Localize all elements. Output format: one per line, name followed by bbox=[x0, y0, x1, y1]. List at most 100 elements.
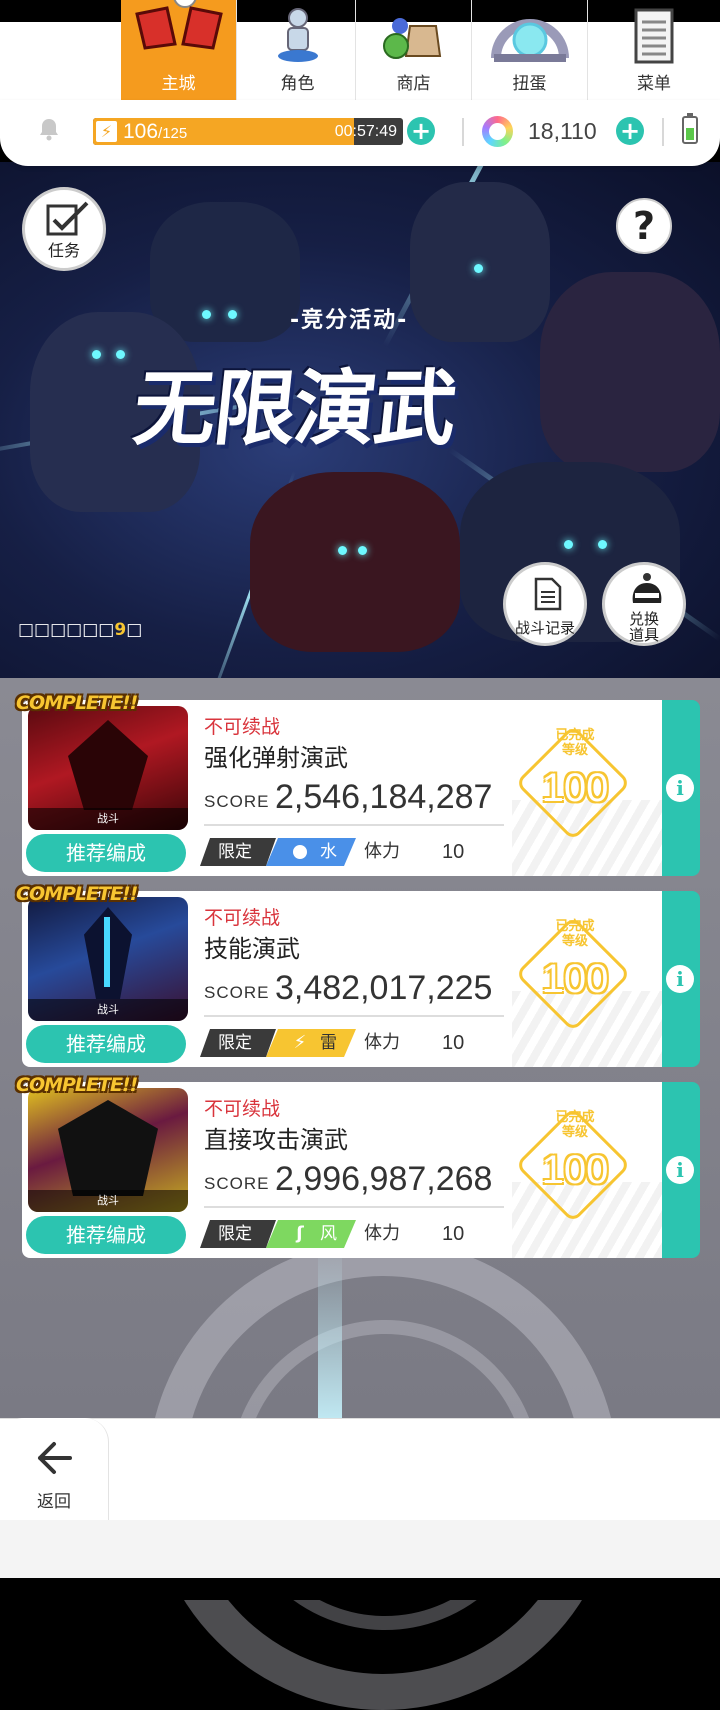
badge-label: 已完成 等级 bbox=[555, 728, 595, 758]
boss-glow bbox=[104, 917, 110, 987]
stamina-cost-value: 10 bbox=[442, 1223, 465, 1245]
monster-silhouette bbox=[540, 272, 720, 472]
lightning-icon: ⚡ bbox=[96, 121, 117, 142]
nav-menu-label: 菜单 bbox=[637, 74, 671, 94]
thunder-icon: ⚡ bbox=[293, 1032, 307, 1053]
event-stage-card[interactable]: 战斗 推荐编成 不可续战 技能演武 SCORE 3,482,017,225 限定… bbox=[16, 883, 700, 1067]
element-tag bbox=[266, 838, 356, 866]
monster-eye bbox=[228, 310, 237, 319]
stamina-cost-label: 体力 bbox=[364, 1223, 400, 1244]
score-label: SCORE bbox=[204, 983, 270, 1002]
card-body: 战斗 推荐编成 不可续战 直接攻击演武 SCORE 2,996,987,268 … bbox=[22, 1082, 662, 1258]
stage-status: 不可续战 bbox=[204, 907, 281, 929]
stage-title: 直接攻击演武 bbox=[204, 1126, 348, 1154]
add-stamina-button[interactable]: + bbox=[407, 117, 435, 145]
recommended-team-button[interactable]: 推荐编成 bbox=[26, 1216, 186, 1254]
exchange-label-1: 兑换 bbox=[628, 610, 659, 628]
nav-tab-shop[interactable]: 商店 bbox=[356, 0, 472, 102]
thumb-label: 战斗 bbox=[28, 1190, 188, 1212]
monster-eye bbox=[202, 310, 211, 319]
score-value: 2,996,987,268 bbox=[275, 1160, 493, 1198]
element-label: 风 bbox=[320, 1224, 337, 1244]
monster-silhouette bbox=[150, 202, 300, 342]
info-icon[interactable]: i bbox=[666, 965, 694, 993]
arrow-left-icon bbox=[38, 1442, 72, 1474]
recommended-team-button[interactable]: 推荐编成 bbox=[26, 1025, 186, 1063]
stage-status: 不可续战 bbox=[204, 1098, 281, 1120]
nav-home-label: 主城 bbox=[161, 74, 196, 94]
nav-tab-home[interactable]: 主城 bbox=[121, 0, 237, 102]
monster-eye bbox=[116, 350, 125, 359]
card-info-side[interactable]: i bbox=[662, 891, 700, 1067]
score-label: SCORE bbox=[204, 792, 270, 811]
question-icon: ? bbox=[632, 204, 656, 248]
monster-silhouette bbox=[410, 182, 550, 342]
element-restriction: 限定 水 bbox=[200, 838, 354, 866]
recommended-team-button[interactable]: 推荐编成 bbox=[26, 834, 186, 872]
battle-log-button[interactable]: 战斗记录 bbox=[503, 562, 587, 646]
event-tag: -竞分活动- bbox=[290, 308, 409, 333]
info-icon[interactable]: i bbox=[666, 1156, 694, 1184]
gem-icon bbox=[482, 116, 513, 147]
info-icon[interactable]: i bbox=[666, 774, 694, 802]
limit-label: 限定 bbox=[218, 1033, 252, 1053]
score-underline bbox=[204, 1206, 504, 1208]
score-value: 2,546,184,287 bbox=[275, 778, 493, 816]
element-label: 水 bbox=[320, 842, 337, 862]
exchange-items-button[interactable]: 兑换 道具 bbox=[602, 562, 686, 646]
stamina-timer: 00:57:49 bbox=[334, 123, 397, 140]
menu-list-icon bbox=[634, 8, 674, 64]
completed-level-badge: 已完成 等级 100 bbox=[515, 725, 634, 844]
wind-icon: ʃ bbox=[296, 1223, 304, 1244]
stamina-cost-value: 10 bbox=[442, 841, 465, 863]
card-body: 战斗 推荐编成 不可续战 强化弹射演武 SCORE 2,546,184,287 … bbox=[22, 700, 662, 876]
card-info-side[interactable]: i bbox=[662, 1082, 700, 1258]
shop-bag-icon bbox=[383, 18, 442, 59]
character-icon bbox=[278, 8, 318, 62]
tasks-label: 任务 bbox=[47, 241, 80, 260]
score-underline bbox=[204, 1015, 504, 1017]
bell-icon[interactable] bbox=[36, 116, 62, 142]
stamina-bar: ⚡ 106/125 00:57:49 bbox=[93, 118, 403, 145]
completed-level-badge: 已完成 等级 100 bbox=[515, 1107, 634, 1226]
stage-thumbnail: 战斗 bbox=[28, 897, 188, 1021]
badge-level: 100 bbox=[541, 957, 609, 1001]
stamina-value: 106/125 bbox=[123, 120, 188, 143]
back-label: 返回 bbox=[37, 1492, 71, 1512]
badge-level: 100 bbox=[541, 1148, 609, 1192]
add-gems-button[interactable]: + bbox=[616, 117, 644, 145]
help-button[interactable]: ? bbox=[616, 198, 672, 254]
complete-label: COMPLETE!! bbox=[16, 692, 138, 714]
tasks-button[interactable]: 任务 bbox=[22, 187, 106, 271]
completed-level-badge: 已完成 等级 100 bbox=[515, 916, 634, 1035]
nav-tab-characters[interactable]: 角色 bbox=[240, 0, 356, 102]
system-bottom-bar bbox=[0, 1578, 720, 1600]
score-value: 3,482,017,225 bbox=[275, 969, 493, 1007]
complete-label: COMPLETE!! bbox=[16, 1074, 138, 1096]
monster-eye bbox=[358, 546, 367, 555]
document-icon bbox=[534, 577, 562, 611]
system-nav-area bbox=[0, 1520, 720, 1578]
element-tag bbox=[266, 1220, 356, 1248]
event-stage-card[interactable]: 战斗 推荐编成 不可续战 直接攻击演武 SCORE 2,996,987,268 … bbox=[16, 1074, 700, 1258]
castle-icon bbox=[135, 0, 223, 50]
monster-silhouette bbox=[250, 472, 460, 652]
bag-icon bbox=[632, 573, 662, 603]
stamina-cost-label: 体力 bbox=[364, 1032, 400, 1053]
event-title: 无限演武 bbox=[129, 362, 460, 457]
event-banner[interactable]: 任务 ? -竞分活动- 无限演武 □□□□□□9□ 战斗记录 兑换 道具 bbox=[0, 162, 720, 678]
card-info-side[interactable]: i bbox=[662, 700, 700, 876]
nav-tab-menu[interactable]: 菜单 bbox=[588, 0, 720, 102]
light-beam bbox=[318, 1240, 342, 1420]
back-button[interactable]: 返回 bbox=[0, 1418, 109, 1520]
monster-eye bbox=[338, 546, 347, 555]
monster-eye bbox=[92, 350, 101, 359]
gem-count: 18,110 bbox=[528, 118, 597, 144]
event-stage-card[interactable]: 战斗 推荐编成 不可续战 强化弹射演武 SCORE 2,546,184,287 … bbox=[16, 692, 700, 876]
battle-log-label: 战斗记录 bbox=[514, 619, 575, 637]
monster-eye bbox=[598, 540, 607, 549]
divider bbox=[462, 118, 464, 146]
event-remaining-days: □□□□□□9□ bbox=[18, 620, 143, 640]
nav-tab-gacha[interactable]: 扭蛋 bbox=[472, 0, 588, 102]
gacha-portal-icon bbox=[491, 19, 569, 62]
